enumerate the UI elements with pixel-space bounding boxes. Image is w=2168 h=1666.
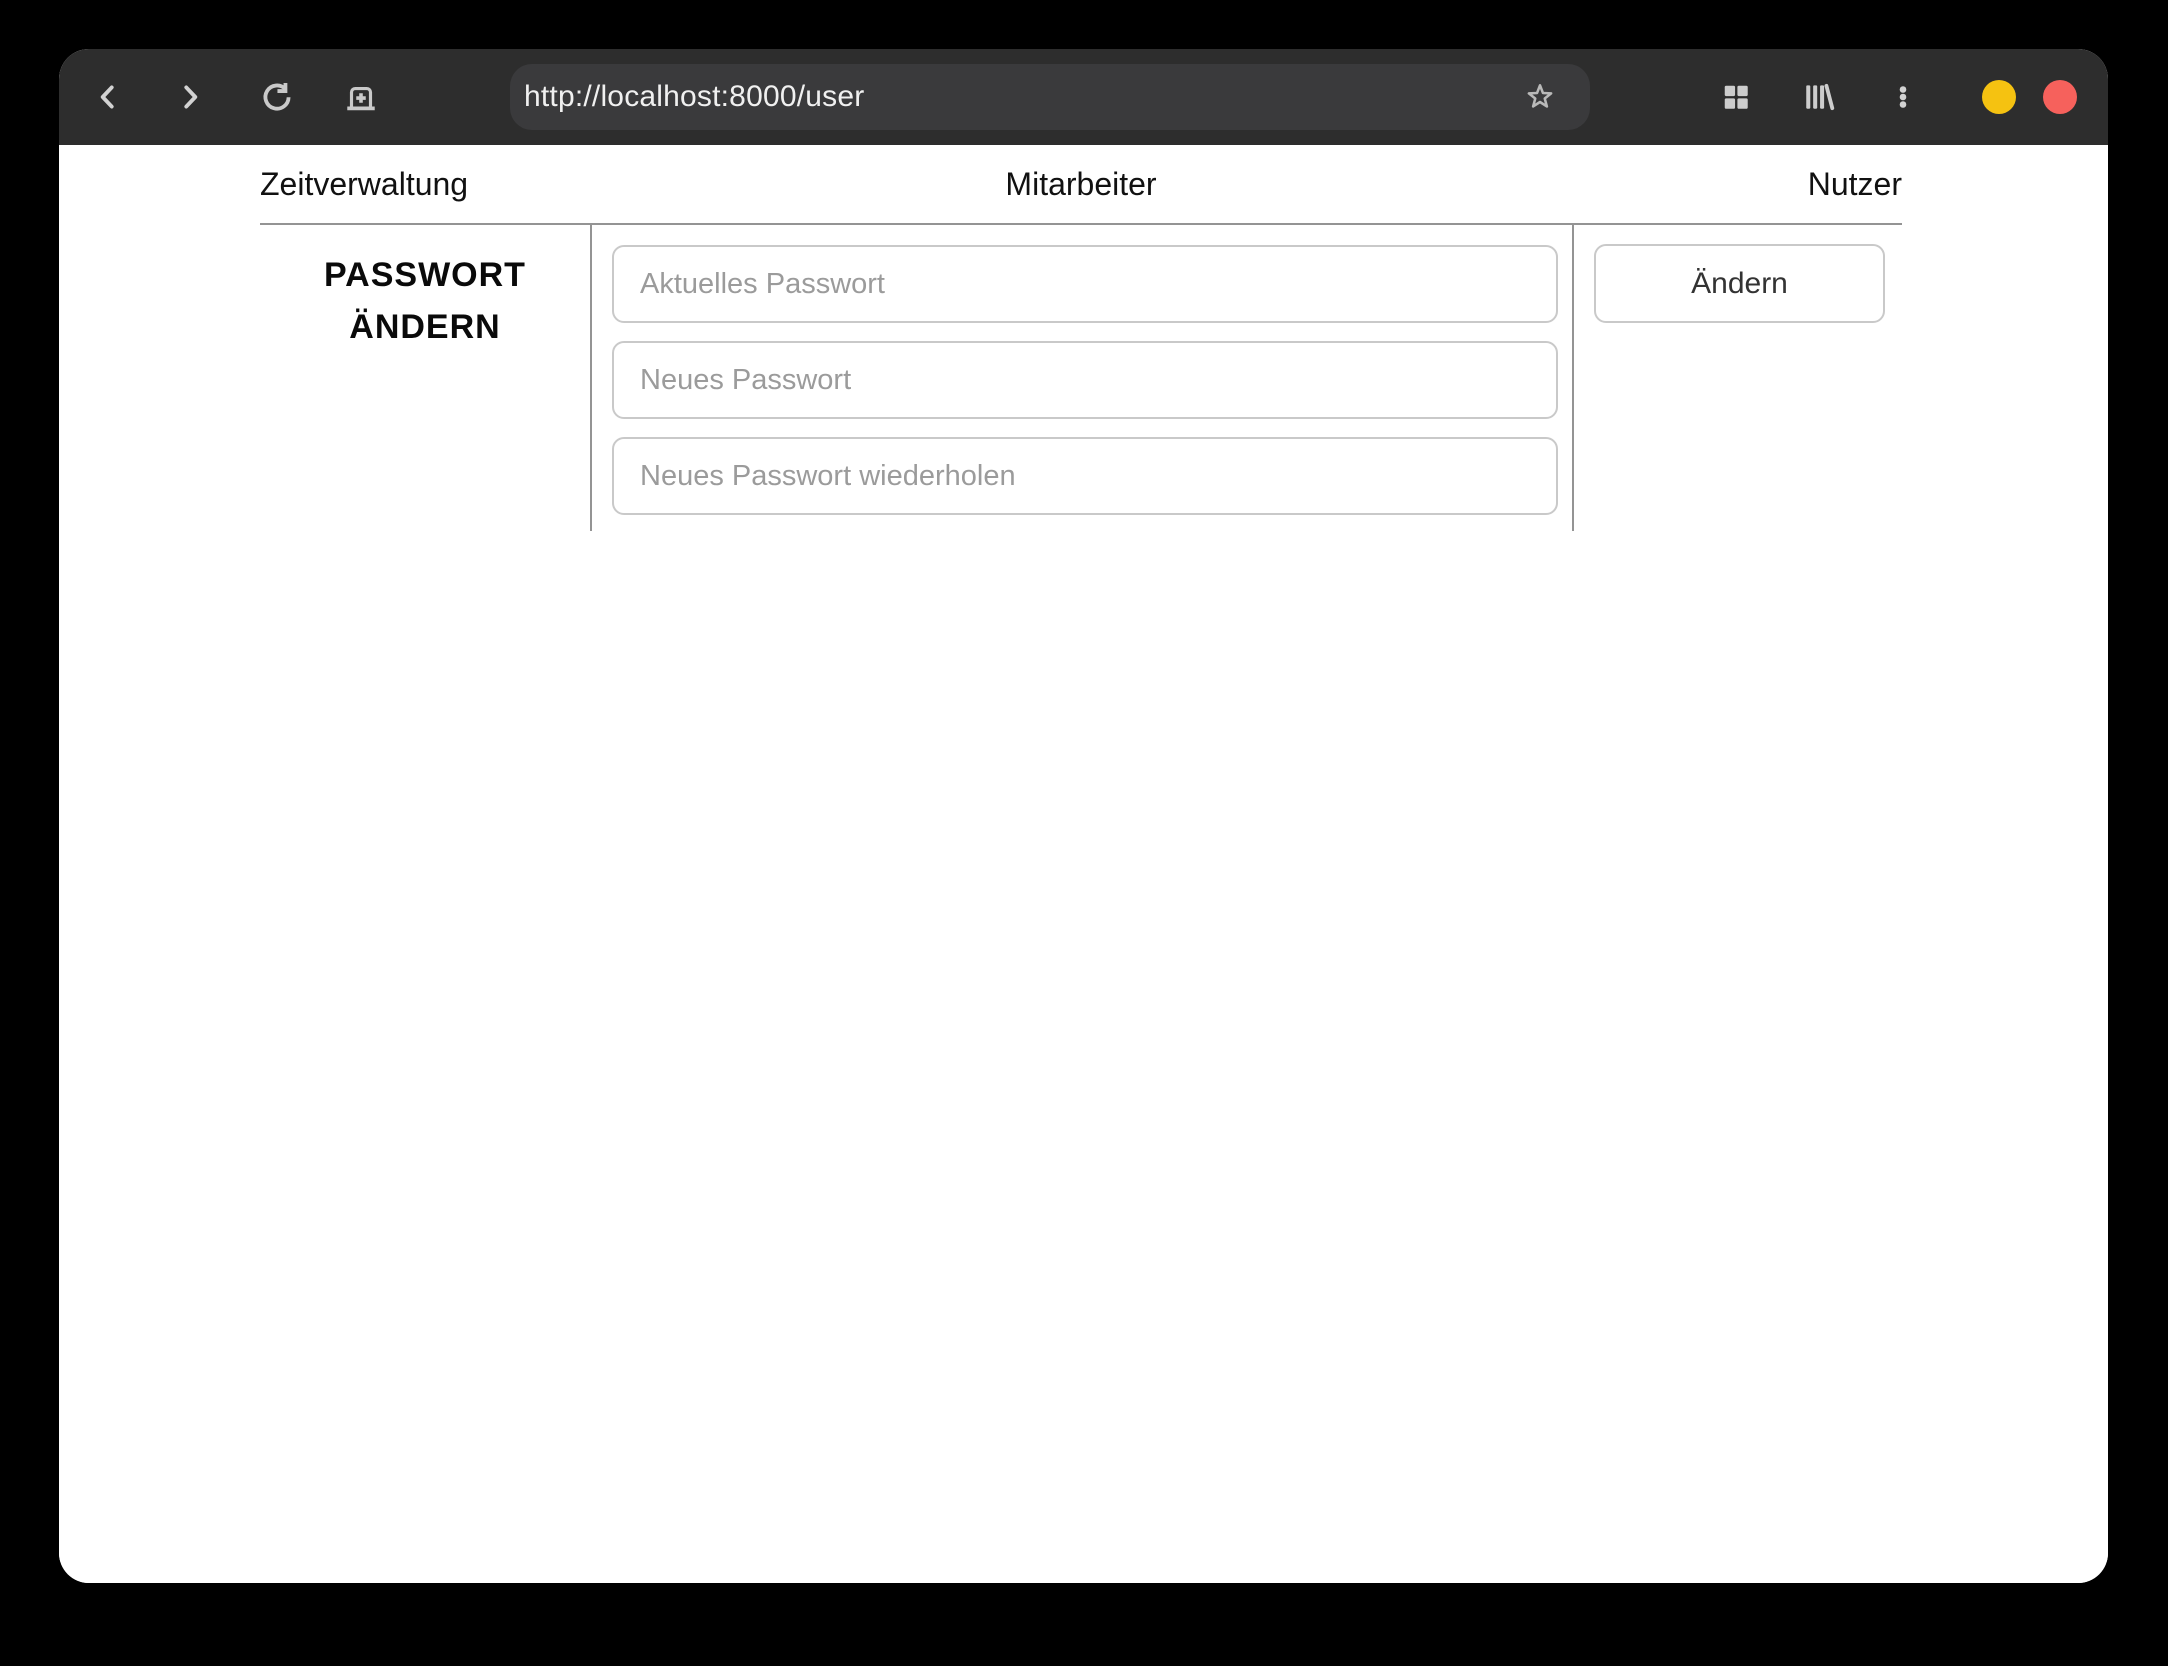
nav-link-mitarbeiter[interactable]: Mitarbeiter [1005,166,1156,203]
menu-button[interactable] [1875,69,1931,125]
reload-button[interactable] [249,69,305,125]
grid-icon [1724,85,1748,109]
forward-button[interactable] [162,69,218,125]
close-button[interactable] [2043,80,2077,114]
form-heading-line2: ÄNDERN [349,308,501,346]
url-bar[interactable]: http://localhost:8000/user [510,64,1590,130]
nav-link-zeitverwaltung[interactable]: Zeitverwaltung [260,166,1005,203]
repeat-password-input[interactable] [612,437,1558,515]
form-action-cell: Ändern [1574,225,1902,531]
browser-window: http://localhost:8000/user Zeitverwaltun… [59,49,2108,1583]
library-books-icon [1806,83,1835,111]
back-button[interactable] [80,69,136,125]
new-tab-icon [347,86,375,111]
url-text[interactable]: http://localhost:8000/user [524,80,864,114]
kebab-menu-icon [1899,86,1907,108]
current-password-input[interactable] [612,245,1558,323]
back-chevron-icon [100,85,114,109]
browser-toolbar: http://localhost:8000/user [59,49,2108,145]
forward-chevron-icon [184,85,198,109]
bookmark-star-icon[interactable] [1523,80,1557,114]
form-fields-cell [590,225,1574,531]
new-password-input[interactable] [612,341,1558,419]
form-heading-line1: PASSWORT [324,256,526,294]
page-content: Zeitverwaltung Mitarbeiter Nutzer PASSWO… [59,145,2108,1583]
form-heading: PASSWORT ÄNDERN [260,249,590,353]
site-nav: Zeitverwaltung Mitarbeiter Nutzer [260,145,1902,223]
change-password-button[interactable]: Ändern [1594,244,1885,323]
nav-link-nutzer[interactable]: Nutzer [1157,166,1902,203]
tab-overview-button[interactable] [1708,69,1764,125]
reload-icon [263,83,291,111]
password-form: PASSWORT ÄNDERN Ändern [260,223,1902,531]
library-button[interactable] [1791,69,1847,125]
form-heading-cell: PASSWORT ÄNDERN [260,225,590,531]
new-tab-button[interactable] [333,69,389,125]
minimize-button[interactable] [1982,80,2016,114]
